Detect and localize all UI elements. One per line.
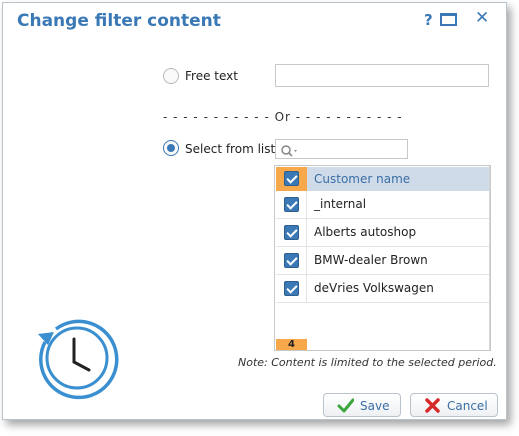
list-column-divider (489, 166, 490, 350)
select-all-checkbox[interactable] (284, 171, 299, 186)
select-all-cell[interactable] (276, 167, 307, 191)
help-button[interactable]: ? (424, 11, 433, 31)
clock-history-icon (38, 319, 119, 400)
period-note: Note: Content is limited to the selected… (238, 356, 497, 369)
change-filter-dialog: Change filter content ? ✕ Free text - - … (2, 2, 507, 420)
row-checkbox[interactable] (284, 197, 299, 212)
select-from-list-label: Select from list (185, 142, 276, 156)
customer-list[interactable]: Customer name _internal Alberts autoshop… (274, 165, 491, 351)
row-checkbox[interactable] (284, 225, 299, 240)
row-checkbox[interactable] (284, 281, 299, 296)
cancel-label: Cancel (447, 399, 488, 413)
checkmark-icon (337, 398, 354, 413)
select-from-list-radio[interactable] (163, 140, 179, 156)
list-row[interactable]: BMW-dealer Brown (276, 247, 489, 275)
maximize-icon[interactable] (440, 13, 457, 26)
row-label: deVries Volkswagen (314, 281, 434, 295)
close-icon[interactable]: ✕ (475, 8, 489, 28)
free-text-input[interactable] (275, 64, 489, 87)
cancel-button[interactable]: Cancel (410, 393, 498, 417)
dialog-title: Change filter content (17, 11, 221, 31)
row-label: Alberts autoshop (314, 225, 417, 239)
free-text-label: Free text (185, 69, 238, 83)
list-row[interactable]: _internal (276, 191, 489, 219)
list-header: Customer name (276, 167, 489, 191)
free-text-radio[interactable] (163, 68, 179, 84)
list-row[interactable]: deVries Volkswagen (276, 275, 489, 303)
list-row[interactable]: Alberts autoshop (276, 219, 489, 247)
search-icon[interactable] (280, 144, 300, 158)
customer-name-header[interactable]: Customer name (314, 172, 410, 186)
row-label: BMW-dealer Brown (314, 253, 428, 267)
or-divider: - - - - - - - - - - - Or - - - - - - - -… (163, 110, 403, 124)
save-label: Save (360, 399, 390, 413)
row-label: _internal (314, 197, 367, 211)
red-x-icon (425, 398, 440, 413)
row-checkbox[interactable] (284, 253, 299, 268)
save-button[interactable]: Save (323, 393, 401, 417)
selected-count-badge: 4 (276, 339, 307, 350)
